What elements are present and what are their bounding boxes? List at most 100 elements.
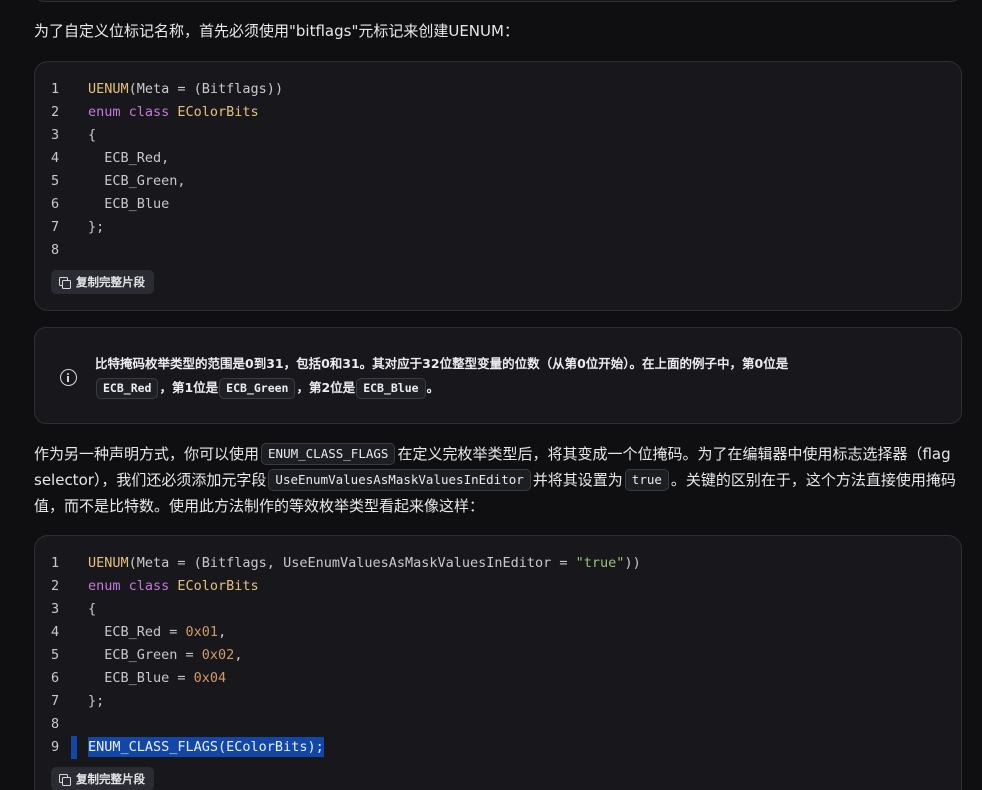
line-number: 5 (51, 173, 60, 189)
code-line: 4 ECB_Red = 0x01, (35, 621, 961, 644)
code-token: (Meta = (Bitflags)) (128, 81, 284, 97)
inline-code: ENUM_CLASS_FLAGS (261, 443, 396, 465)
line-number: 8 (51, 242, 60, 258)
line-number: 6 (51, 196, 60, 212)
code-token: { (88, 601, 97, 617)
code-token: enum class (88, 578, 178, 594)
code-line: 8 (35, 239, 961, 262)
line-number: 2 (51, 104, 60, 120)
code-text: enum class EColorBits (88, 101, 259, 124)
code-token: (Meta = (Bitflags, UseEnumValuesAsMaskVa… (128, 555, 576, 571)
code-text: ENUM_CLASS_FLAGS(EColorBits); (88, 736, 324, 759)
code-token: , (218, 624, 227, 640)
code-token: enum class (88, 104, 178, 120)
code-block-2: 复制完整片段 1 UENUM(Meta = (Bitflags, UseEnumV… (34, 535, 962, 790)
paragraph-text-segment: 并将其设置为 (532, 471, 623, 489)
code-text: }; (88, 216, 104, 239)
code-line: 9 ENUM_CLASS_FLAGS(EColorBits); (35, 736, 961, 759)
inline-code: ECB_Green (219, 378, 296, 399)
code-token: UENUM (88, 555, 129, 571)
copy-button-label: 复制完整片段 (76, 772, 145, 786)
code-token: "true" (575, 555, 625, 571)
line-number: 8 (51, 716, 60, 732)
code-text: ECB_Red = 0x01, (88, 621, 226, 644)
code-line: 5 ECB_Green, (35, 170, 961, 193)
intro-text: 为了自定义位标记名称，首先必须使用"bitflags"元标记来创建UENUM： (34, 22, 519, 40)
code-token: EColorBits (177, 104, 259, 120)
code-text: UENUM(Meta = (Bitflags)) (88, 78, 283, 101)
code-text: ECB_Red, (88, 147, 169, 170)
code-token: ECB_Blue = (88, 670, 194, 686)
intro-paragraph: 为了自定义位标记名称，首先必须使用"bitflags"元标记来创建UENUM： (34, 18, 969, 44)
note-text: 比特掩码枚举类型的范围是0到31，包括0和31。其对应于32位整型变量的位数（从… (95, 352, 945, 400)
code-text: ECB_Blue = 0x04 (88, 667, 226, 690)
selection-highlight (71, 736, 77, 759)
info-note: 比特掩码枚举类型的范围是0到31，包括0和31。其对应于32位整型变量的位数（从… (34, 327, 962, 424)
code-text: }; (88, 690, 104, 713)
code-line: 1 UENUM(Meta = (Bitflags, UseEnumValuesAs… (35, 552, 961, 575)
line-number: 1 (51, 555, 60, 571)
code-text: { (88, 124, 96, 147)
code-token: ECB_Green, (88, 173, 186, 189)
line-number: 6 (51, 670, 60, 686)
code-line: 3{ (35, 598, 961, 621)
code-text: ECB_Green, (88, 170, 186, 193)
code-token: }; (88, 219, 105, 235)
line-number: 4 (51, 624, 60, 640)
paragraph-text-segment: 作为另一种声明方式，你可以使用 (34, 445, 260, 463)
code-token: 0x02 (201, 647, 235, 663)
copy-icon (59, 773, 71, 786)
code-text: UENUM(Meta = (Bitflags, UseEnumValuesAsM… (88, 552, 641, 575)
code-line: 4 ECB_Red, (35, 147, 961, 170)
copy-button-label: 复制完整片段 (76, 275, 145, 289)
copy-snippet-button[interactable]: 复制完整片段 (51, 767, 154, 790)
info-icon (60, 369, 77, 386)
code-text: { (88, 598, 96, 621)
line-number: 9 (51, 739, 60, 755)
code-block-1: 复制完整片段 1 UENUM(Meta = (Bitflags)) 2 enum cl… (34, 61, 962, 311)
inline-code: UseEnumValuesAsMaskValuesInEditor (268, 469, 531, 491)
note-text-segment: 比特掩码枚举类型的范围是0到31，包括0和31。其对应于32位整型变量的位数（从… (95, 356, 789, 371)
inline-code: true (624, 469, 669, 491)
note-text-segment: 。 (426, 380, 440, 395)
line-number: 5 (51, 647, 60, 663)
code-line: 6 ECB_Blue (35, 193, 961, 216)
code-token: )) (624, 555, 641, 571)
code-line: 1 UENUM(Meta = (Bitflags)) (35, 78, 961, 101)
code-line: 8 (35, 713, 961, 736)
code-line: 5 ECB_Green = 0x02, (35, 644, 961, 667)
code-token: 0x01 (185, 624, 219, 640)
selected-code: ENUM_CLASS_FLAGS(EColorBits); (88, 737, 324, 757)
second-paragraph: 作为另一种声明方式，你可以使用 ENUM_CLASS_FLAGS 在定义完枚举类型后… (34, 441, 969, 519)
code-text: enum class EColorBits (88, 575, 259, 598)
code-line: 6 ECB_Blue = 0x04 (35, 667, 961, 690)
line-number: 1 (51, 81, 60, 97)
code-token: { (88, 127, 97, 143)
code-line: 3{ (35, 124, 961, 147)
code-token: ECB_Blue (88, 196, 170, 212)
code-token: 0x04 (193, 670, 227, 686)
line-number: 3 (51, 601, 60, 617)
inline-code: ECB_Red (96, 378, 159, 399)
code-line: 2 enum class EColorBits (35, 575, 961, 598)
code-token: EColorBits (177, 578, 259, 594)
copy-snippet-button[interactable]: 复制完整片段 (51, 270, 154, 294)
code-line: 7}; (35, 690, 961, 713)
code-token: ECB_Red, (88, 150, 170, 166)
note-text-segment: ，第1位是 (159, 380, 219, 395)
code-token: UENUM (88, 81, 129, 97)
inline-code: ECB_Blue (356, 378, 426, 399)
previous-card-edge (34, 0, 961, 2)
note-text-segment: ，第2位是 (296, 380, 356, 395)
code-token: , (234, 647, 243, 663)
code-token: }; (88, 693, 105, 709)
code-text: ECB_Green = 0x02, (88, 644, 242, 667)
code-token: ECB_Red = (88, 624, 186, 640)
line-number: 2 (51, 578, 60, 594)
line-number: 7 (51, 219, 60, 235)
copy-icon (59, 276, 71, 289)
code-token: ECB_Green = (88, 647, 202, 663)
code-text: ECB_Blue (88, 193, 169, 216)
code-line: 7}; (35, 216, 961, 239)
line-number: 4 (51, 150, 60, 166)
